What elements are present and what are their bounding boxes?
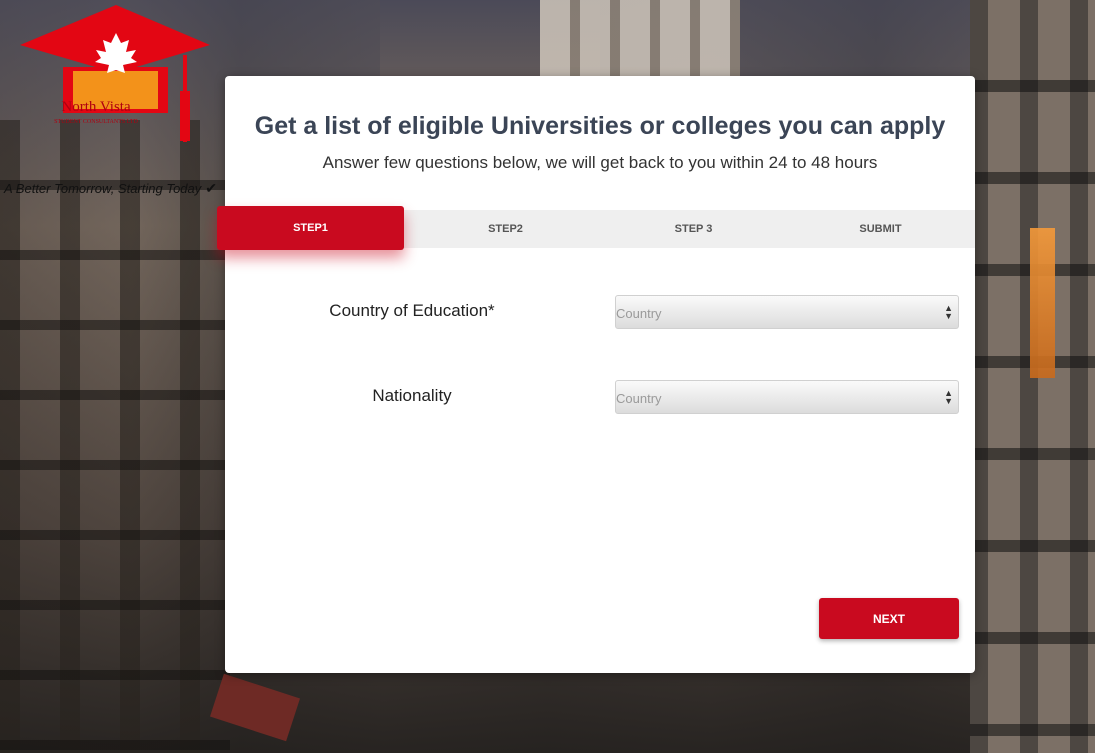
checkmark-icon: ✔ [205, 180, 218, 196]
nationality-placeholder: Country [616, 391, 662, 406]
country-of-education-placeholder: Country [616, 306, 662, 321]
logo-subtext: STUDENT CONSULTANTS LTD [54, 119, 138, 125]
next-button[interactable]: NEXT [819, 598, 959, 639]
modal-title: Get a list of eligible Universities or c… [254, 112, 946, 140]
step-tab-3[interactable]: STEP 3 [600, 210, 787, 248]
nationality-select[interactable]: Country ▲ ▼ [615, 380, 959, 414]
tagline: A Better Tomorrow, Starting Today ✔ [4, 180, 217, 197]
step-tab-1[interactable]: STEP1 [217, 206, 404, 250]
logo-text: North Vista [61, 99, 131, 115]
eligibility-modal: Get a list of eligible Universities or c… [217, 76, 975, 673]
north-vista-logo[interactable]: North Vista STUDENT CONSULTANTS LTD [18, 5, 213, 145]
step-tabs: STEP1 STEP2 STEP 3 SUBMIT [217, 206, 975, 250]
step-tab-submit[interactable]: SUBMIT [787, 210, 974, 248]
country-of-education-select[interactable]: Country ▲ ▼ [615, 295, 959, 329]
country-of-education-label: Country of Education* [329, 301, 495, 320]
step-tab-2[interactable]: STEP2 [412, 210, 599, 248]
select-arrows-icon: ▲ ▼ [944, 388, 953, 406]
modal-subtitle: Answer few questions below, we will get … [322, 153, 878, 172]
tagline-text: A Better Tomorrow, Starting Today [4, 181, 202, 196]
nationality-label: Nationality [372, 386, 452, 405]
select-arrows-icon: ▲ ▼ [944, 303, 953, 321]
